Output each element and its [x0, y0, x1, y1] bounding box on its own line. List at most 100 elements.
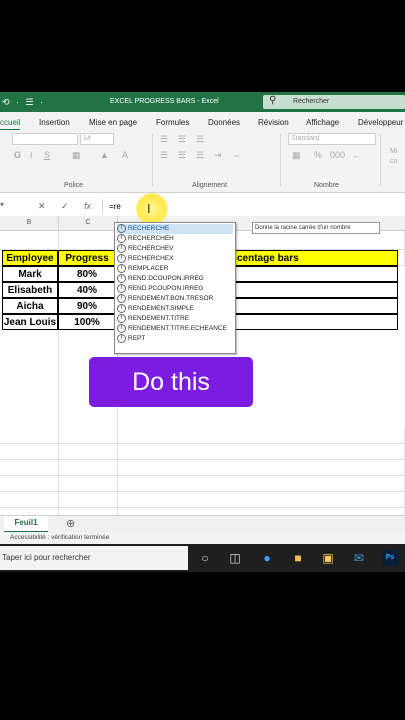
file-explorer-icon[interactable]: ■ — [290, 550, 306, 566]
indent-icon[interactable]: ⇥ — [214, 150, 222, 161]
group-alignement-label: Alignement — [192, 182, 228, 189]
autocomplete-list[interactable]: f RECHERCHE f RECHERCHEH f RECHERCHEV f RECH… — [114, 222, 236, 354]
tab-formules[interactable]: Formules — [156, 118, 189, 127]
function-icon: f — [117, 254, 126, 263]
align-bottom-icon[interactable]: ☰ — [196, 134, 204, 145]
ribbon-separator — [152, 134, 153, 186]
task-view-icon[interactable]: ◫ — [227, 550, 243, 566]
column-header-b[interactable]: B — [0, 216, 59, 231]
tab-insertion[interactable]: Insertion — [39, 118, 70, 127]
table-cell-name[interactable]: Jean Louis — [2, 314, 58, 330]
name-box-dropdown-icon[interactable]: ▾ — [0, 200, 10, 214]
cortana-icon[interactable]: ○ — [197, 550, 213, 566]
table-cell-progress[interactable]: 90% — [58, 298, 116, 314]
add-sheet-icon[interactable]: ⊕ — [66, 517, 75, 530]
function-icon: f — [117, 264, 126, 273]
autocomplete-item[interactable]: f RENDEMENT.SIMPLE — [117, 304, 233, 314]
table-cell-name[interactable]: Elisabeth — [2, 282, 58, 298]
align-right-icon[interactable]: ☰ — [196, 150, 204, 161]
table-cell-name[interactable]: Aicha — [2, 298, 58, 314]
do-this-overlay: Do this — [89, 357, 253, 407]
table-cell-bar[interactable] — [234, 282, 398, 298]
function-icon: f — [117, 314, 126, 323]
align-top-icon[interactable]: ☰ — [160, 134, 168, 145]
ribbon-more-label[interactable]: Mi — [390, 148, 397, 155]
table-cell-progress[interactable]: 100% — [58, 314, 116, 330]
photoshop-icon[interactable]: Ps — [382, 550, 398, 566]
tab-revision[interactable]: Révision — [258, 118, 289, 127]
table-header-percentage-bars[interactable]: centage bars — [234, 250, 398, 266]
cancel-icon[interactable]: ✕ — [38, 201, 46, 212]
table-cell-progress[interactable]: 80% — [58, 266, 116, 282]
table-header-employee[interactable]: Employee — [2, 250, 58, 266]
autocomplete-item[interactable]: f REND.DCOUPON.IRREG — [117, 274, 233, 284]
currency-icon[interactable]: ▦ — [292, 150, 301, 161]
number-format-box[interactable]: Standard — [288, 133, 376, 145]
store-icon[interactable]: ▣ — [320, 550, 336, 566]
table-cell-bar[interactable] — [234, 266, 398, 282]
fill-color-icon[interactable]: ▲ — [100, 150, 109, 160]
function-icon: f — [117, 284, 126, 293]
autocomplete-item[interactable]: f RENDEMENT.TITRE — [117, 314, 233, 324]
align-middle-icon[interactable]: ☰ — [178, 134, 186, 145]
autocomplete-item[interactable]: f RECHERCHE — [117, 224, 233, 234]
decimal-icon[interactable]: ← — [352, 150, 361, 160]
function-icon: f — [117, 274, 126, 283]
edge-icon[interactable]: ● — [259, 550, 275, 566]
search-icon: ⚲ — [269, 95, 277, 106]
autocomplete-item[interactable]: f REMPLACER — [117, 264, 233, 274]
windows-taskbar: Taper ici pour rechercher ○ ◫ ● ■ ▣ ✉ Ps — [0, 544, 405, 572]
tab-donnees[interactable]: Données — [208, 118, 240, 127]
formula-content: =re — [109, 202, 121, 211]
text-cursor-icon: I — [147, 201, 151, 216]
table-cell-name[interactable]: Mark — [2, 266, 58, 282]
font-name-box[interactable] — [12, 133, 78, 145]
function-icon: f — [117, 294, 126, 303]
font-size-box[interactable]: 14 — [80, 133, 114, 145]
percent-icon[interactable]: % — [314, 150, 322, 160]
autocomplete-item[interactable]: f RECHERCHEX — [117, 254, 233, 264]
font-color-icon[interactable]: A — [122, 150, 128, 160]
sheet-tab-feuil1[interactable]: Feuil1 — [4, 516, 48, 533]
function-tooltip: Donne la racine carrée d'un nombre — [252, 222, 380, 234]
taskbar-search-input[interactable]: Taper ici pour rechercher — [0, 546, 188, 570]
ribbon-separator — [280, 134, 281, 186]
align-center-icon[interactable]: ☰ — [178, 150, 186, 161]
autocomplete-item[interactable]: f REND.PCOUPON.IRREG — [117, 284, 233, 294]
borders-icon[interactable]: ▦ — [72, 150, 81, 161]
ribbon-tabs: ccueil Insertion Mise en page Formules D… — [0, 112, 405, 131]
autocomplete-item[interactable]: f RENDEMENT.TITRE.ECHEANCE — [117, 324, 233, 334]
italic-icon[interactable]: I — [30, 150, 33, 160]
tab-affichage[interactable]: Affichage — [306, 118, 339, 127]
group-police-label: Police — [64, 182, 84, 189]
ribbon-separator — [380, 134, 381, 186]
column-header-c[interactable]: C — [59, 216, 118, 231]
tab-developpeur[interactable]: Développeur — [358, 118, 403, 127]
table-cell-bar[interactable] — [234, 298, 398, 314]
autocomplete-item[interactable]: f RECHERCHEH — [117, 234, 233, 244]
underline-icon[interactable]: S — [44, 150, 50, 160]
ribbon-more-label[interactable]: co — [390, 158, 397, 165]
thousands-icon[interactable]: 000 — [330, 150, 345, 160]
sheet-tab-bar: Feuil1 ⊕ — [0, 515, 405, 533]
table-cell-progress[interactable]: 40% — [58, 282, 116, 298]
enter-icon[interactable]: ✓ — [61, 201, 69, 212]
function-icon: f — [117, 234, 126, 243]
function-icon: f — [117, 244, 126, 253]
title-search-box[interactable]: ⚲ Rechercher — [263, 95, 405, 109]
merge-icon[interactable]: ⇔ — [232, 150, 241, 160]
autocomplete-item[interactable]: f RECHERCHEV — [117, 244, 233, 254]
mail-icon[interactable]: ✉ — [351, 550, 367, 566]
bold-icon[interactable]: G — [14, 150, 21, 160]
quick-access-toolbar[interactable]: ⟲ · ☰ · — [2, 97, 45, 108]
accessibility-status[interactable]: Accessibilité : vérification terminée — [10, 534, 109, 541]
formula-bar: ▾ ✕ ✓ fx =re — [0, 198, 405, 217]
table-cell-bar[interactable] — [234, 314, 398, 330]
autocomplete-item[interactable]: f RENDEMENT.BON.TRESOR — [117, 294, 233, 304]
insert-function-icon[interactable]: fx — [84, 201, 91, 211]
tab-mise-en-page[interactable]: Mise en page — [89, 118, 137, 127]
autocomplete-item[interactable]: f REPT — [117, 334, 233, 344]
align-left-icon[interactable]: ☰ — [160, 150, 168, 161]
table-header-progress[interactable]: Progress — [58, 250, 116, 266]
title-bar: ⟲ · ☰ · EXCEL PROGRESS BARS - Excel ⚲ Re… — [0, 92, 405, 112]
